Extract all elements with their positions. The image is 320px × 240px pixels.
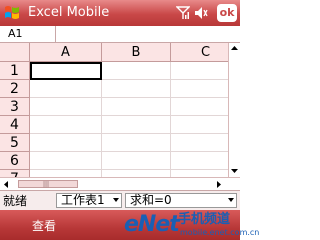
cell-a7[interactable] bbox=[30, 170, 102, 177]
column-header-b[interactable]: B bbox=[102, 43, 171, 62]
cell-c5[interactable] bbox=[171, 134, 228, 152]
watermark-url: mobile.enet.com.cn bbox=[180, 228, 260, 237]
cell-b4[interactable] bbox=[102, 116, 171, 134]
cell-c3[interactable] bbox=[171, 98, 228, 116]
sheet-selector[interactable]: 工作表1 bbox=[56, 193, 122, 208]
cell-a2[interactable] bbox=[30, 80, 102, 98]
cell-c2[interactable] bbox=[171, 80, 228, 98]
status-label: 就绪 bbox=[3, 194, 28, 208]
cell-a4[interactable] bbox=[30, 116, 102, 134]
cell-c4[interactable] bbox=[171, 116, 228, 134]
sheet-selector-value: 工作表1 bbox=[61, 193, 105, 207]
horizontal-scroll-thumb[interactable]: ||| bbox=[18, 180, 78, 188]
row-header-7[interactable]: 7 bbox=[0, 170, 30, 177]
status-bar: 就绪 工作表1 求和=0 bbox=[0, 190, 240, 210]
row-header-1[interactable]: 1 bbox=[0, 62, 30, 80]
sum-selector-value: 求和=0 bbox=[130, 193, 172, 207]
row-header-5[interactable]: 5 bbox=[0, 134, 30, 152]
cell-reference-box[interactable]: A1 bbox=[0, 26, 56, 42]
spreadsheet-grid[interactable]: A B C 1 2 3 4 5 6 7 bbox=[0, 43, 228, 177]
vertical-scrollbar[interactable] bbox=[228, 43, 240, 177]
cell-b2[interactable] bbox=[102, 80, 171, 98]
row-header-4[interactable]: 4 bbox=[0, 116, 30, 134]
cell-b7[interactable] bbox=[102, 170, 171, 177]
cell-c1[interactable] bbox=[171, 62, 228, 80]
column-header-a[interactable]: A bbox=[30, 43, 102, 62]
cell-a5[interactable] bbox=[30, 134, 102, 152]
select-all-corner[interactable] bbox=[0, 43, 30, 62]
horizontal-scrollbar[interactable]: ||| bbox=[0, 177, 240, 190]
cell-a6[interactable] bbox=[30, 152, 102, 170]
volume-icon[interactable] bbox=[194, 6, 208, 20]
enet-watermark: eNet 手机频道 mobile.enet.com.cn bbox=[120, 211, 259, 239]
cell-b5[interactable] bbox=[102, 134, 171, 152]
title-bar: Excel Mobile ok bbox=[0, 0, 240, 26]
cell-b1[interactable] bbox=[102, 62, 171, 80]
cell-b3[interactable] bbox=[102, 98, 171, 116]
ok-button[interactable]: ok bbox=[217, 4, 237, 22]
signal-icon[interactable] bbox=[176, 6, 190, 20]
enet-logo: eNet bbox=[124, 212, 180, 237]
row-header-6[interactable]: 6 bbox=[0, 152, 30, 170]
app-title: Excel Mobile bbox=[28, 5, 110, 20]
row-header-3[interactable]: 3 bbox=[0, 98, 30, 116]
grip-icon: ||| bbox=[43, 181, 50, 188]
cell-a1[interactable] bbox=[30, 62, 102, 80]
sum-selector[interactable]: 求和=0 bbox=[125, 193, 237, 208]
formula-input[interactable] bbox=[57, 26, 240, 42]
cell-c6[interactable] bbox=[171, 152, 228, 170]
column-header-c[interactable]: C bbox=[171, 43, 228, 62]
cell-c7[interactable] bbox=[171, 170, 228, 177]
watermark-text: 手机频道 bbox=[178, 212, 231, 227]
cell-a3[interactable] bbox=[30, 98, 102, 116]
scroll-right-arrow-icon[interactable] bbox=[214, 180, 223, 189]
scroll-up-arrow-icon[interactable] bbox=[229, 43, 240, 54]
row-header-2[interactable]: 2 bbox=[0, 80, 30, 98]
scroll-left-arrow-icon[interactable] bbox=[2, 180, 11, 189]
windows-start-icon[interactable] bbox=[3, 4, 21, 22]
view-softkey[interactable]: 查看 bbox=[32, 219, 56, 233]
chevron-down-icon bbox=[228, 198, 234, 202]
scroll-down-arrow-icon[interactable] bbox=[229, 165, 240, 176]
cell-b6[interactable] bbox=[102, 152, 171, 170]
formula-bar: A1 bbox=[0, 26, 240, 43]
chevron-down-icon bbox=[113, 198, 119, 202]
